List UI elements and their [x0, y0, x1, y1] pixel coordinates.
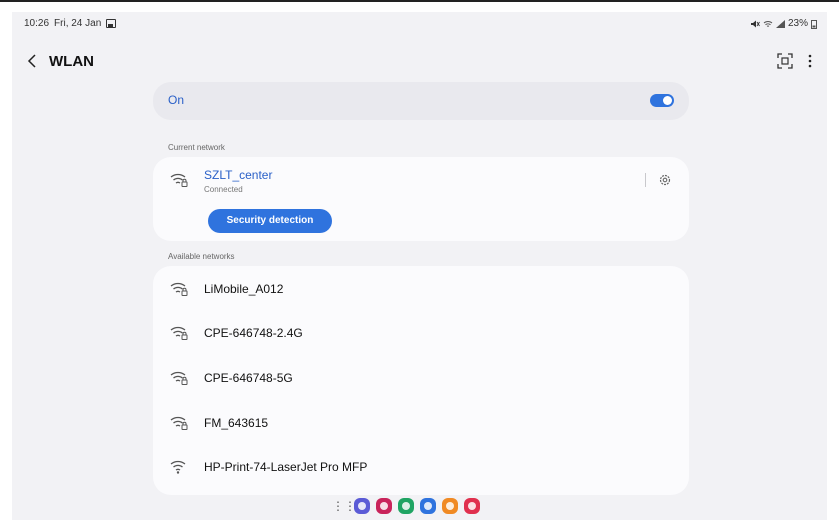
- more-options-button[interactable]: [803, 51, 817, 71]
- mute-icon: [750, 20, 760, 27]
- network-name: FM_643615: [204, 416, 269, 430]
- messages-icon[interactable]: [420, 498, 436, 514]
- network-item[interactable]: LiMobile_A012: [153, 266, 689, 310]
- network-item[interactable]: CPE-646748-2.4G: [153, 310, 689, 354]
- wifi-icon: [763, 20, 773, 27]
- app-bar: WLAN: [12, 48, 827, 78]
- network-item[interactable]: HP-Print-74-LaserJet Pro MFP: [153, 444, 689, 488]
- back-button[interactable]: [22, 50, 44, 72]
- wifi-lock-icon: [170, 326, 188, 340]
- wifi-lock-icon: [170, 371, 188, 385]
- current-network-header: Current network: [168, 143, 225, 152]
- current-network-status: Connected: [204, 185, 243, 194]
- flower-icon[interactable]: [376, 498, 392, 514]
- phone-icon[interactable]: [398, 498, 414, 514]
- wlan-toggle-label: On: [168, 93, 185, 107]
- network-name: LiMobile_A012: [204, 282, 284, 296]
- gallery-icon: [106, 19, 117, 28]
- available-networks-header: Available networks: [168, 252, 235, 261]
- network-name: HP-Print-74-LaserJet Pro MFP: [204, 460, 368, 474]
- wifi-lock-icon: [170, 416, 188, 430]
- wlan-toggle-card[interactable]: On: [153, 82, 689, 120]
- qr-scan-icon: [777, 53, 793, 69]
- battery-icon: [811, 19, 817, 29]
- wlan-toggle-switch[interactable]: [650, 94, 674, 107]
- current-network-card: SZLT_center Connected Security detection: [153, 157, 689, 241]
- current-network-name[interactable]: SZLT_center: [204, 168, 272, 182]
- battery-percent: 23%: [787, 18, 808, 29]
- toggle-knob: [663, 96, 672, 105]
- security-detection-button[interactable]: Security detection: [208, 209, 332, 233]
- top-border: [0, 0, 839, 2]
- apps-grid-icon[interactable]: ⋮⋮⋮: [332, 498, 368, 514]
- scan-button[interactable]: [777, 53, 793, 69]
- network-item[interactable]: FM_643615: [153, 400, 689, 444]
- page-title: WLAN: [49, 53, 94, 70]
- internet-icon[interactable]: [354, 498, 370, 514]
- network-name: CPE-646748-5G: [204, 371, 293, 385]
- available-networks-list: LiMobile_A012 CPE-646748-2.4G CPE-646748…: [153, 266, 689, 495]
- more-vert-icon: [808, 54, 812, 68]
- wifi-icon: [170, 460, 186, 474]
- wifi-lock-icon: [170, 173, 188, 187]
- network-settings-button[interactable]: [658, 173, 672, 187]
- status-bar: 10:26 Fri, 24 Jan 23%: [12, 12, 827, 36]
- network-name: CPE-646748-2.4G: [204, 326, 303, 340]
- chevron-left-icon: [27, 54, 36, 68]
- camera-icon[interactable]: [464, 498, 480, 514]
- contacts-icon[interactable]: [442, 498, 458, 514]
- taskbar-dock: ⋮⋮⋮: [332, 498, 480, 514]
- network-item[interactable]: CPE-646748-5G: [153, 355, 689, 399]
- status-time: 10:26: [24, 18, 50, 29]
- signal-icon: [775, 19, 785, 28]
- wifi-lock-icon: [170, 282, 188, 296]
- gear-icon: [659, 174, 671, 186]
- tablet-screen: 10:26 Fri, 24 Jan 23% WLAN On Current ne…: [12, 12, 827, 520]
- divider: [645, 173, 646, 187]
- status-date: Fri, 24 Jan: [54, 18, 102, 29]
